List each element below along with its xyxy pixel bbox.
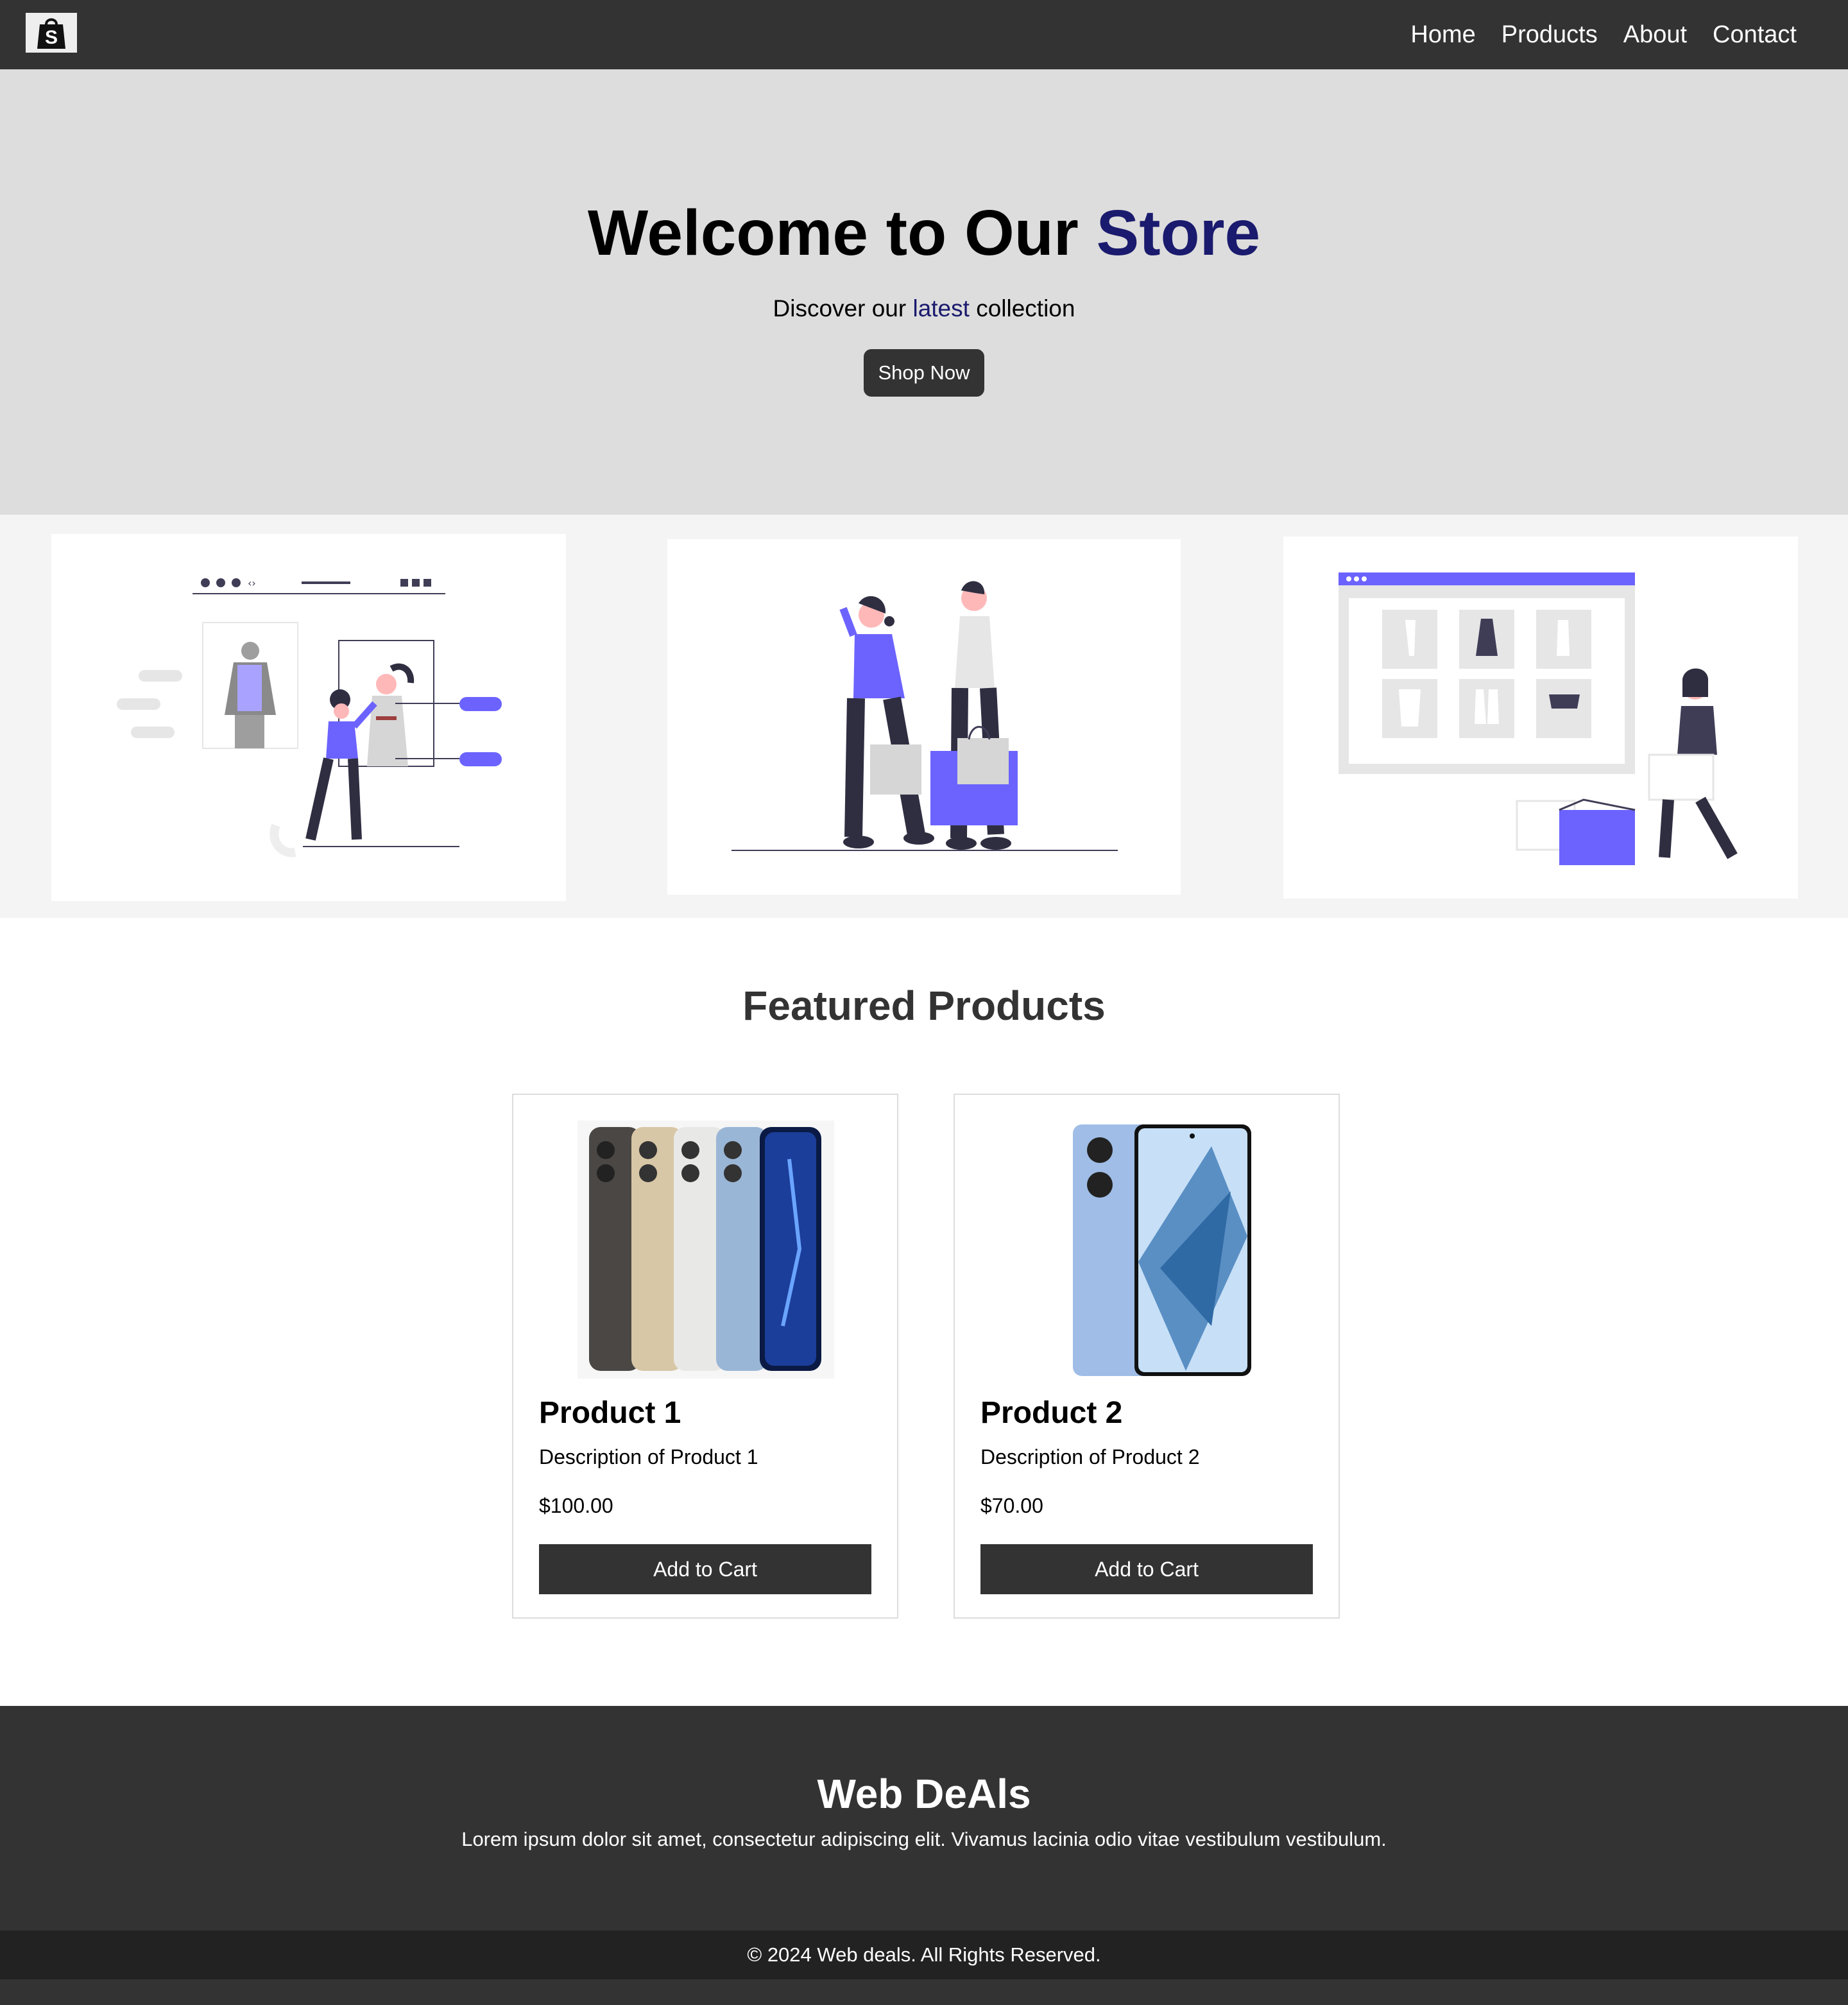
footer-title: Web DeAls [817, 1771, 1031, 1817]
product-card: Product 2 Description of Product 2 $70.0… [954, 1094, 1340, 1619]
product-image-vivo[interactable] [1019, 1121, 1276, 1379]
product-name: Product 1 [539, 1396, 681, 1430]
nav-link-home[interactable]: Home [1410, 21, 1475, 49]
hero-subtitle: Discover our latest collection [0, 295, 1848, 322]
hero-section: Welcome to Our Store Discover our latest… [0, 69, 1848, 515]
nav-link-contact[interactable]: Contact [1713, 21, 1797, 49]
product-name: Product 2 [980, 1396, 1123, 1430]
product-description: Description of Product 1 [539, 1445, 758, 1468]
shop-now-button[interactable]: Shop Now [864, 349, 984, 397]
product-price: $100.00 [539, 1494, 613, 1517]
shopping-couple-illustration [667, 539, 1181, 895]
hero-subtitle-suffix: collection [969, 295, 1075, 322]
footer-text: Lorem ipsum dolor sit amet, consectetur … [461, 1828, 1387, 1850]
hero-title-prefix: Welcome to Our [587, 197, 1097, 269]
hero-title: Welcome to Our Store [0, 198, 1848, 268]
product-image-iphone[interactable] [578, 1121, 834, 1379]
online-fitting-illustration: ‹› [51, 534, 566, 901]
svg-text:S: S [45, 27, 58, 48]
nav-link-about[interactable]: About [1623, 21, 1687, 49]
product-card: Product 1 Description of Product 1 $100.… [512, 1094, 898, 1619]
hero-subtitle-accent: latest [912, 295, 970, 322]
featured-title: Featured Products [742, 983, 1106, 1029]
store-logo[interactable]: S [26, 13, 77, 53]
footer: Web DeAls Lorem ipsum dolor sit amet, co… [0, 1706, 1848, 1931]
hero-title-accent: Store [1096, 197, 1261, 269]
copyright-bar: © 2024 Web deals. All Rights Reserved. [0, 1931, 1848, 1979]
add-to-cart-button[interactable]: Add to Cart [980, 1544, 1313, 1594]
shopping-bag-icon: S [37, 18, 65, 49]
nav-links: Home Products About Contact [1410, 0, 1797, 69]
product-description: Description of Product 2 [980, 1445, 1200, 1468]
product-price: $70.00 [980, 1494, 1043, 1517]
bottom-strip [0, 1979, 1848, 2005]
featured-products-section: Featured Products Product 1 Description … [0, 918, 1848, 1706]
hero-subtitle-prefix: Discover our [773, 295, 913, 322]
illustrations-section: ‹› [0, 515, 1848, 918]
top-navbar: S Home Products About Contact [0, 0, 1848, 69]
online-store-delivery-illustration [1283, 537, 1798, 899]
add-to-cart-button[interactable]: Add to Cart [539, 1544, 871, 1594]
nav-link-products[interactable]: Products [1502, 21, 1598, 49]
svg-text:‹›: ‹› [248, 577, 256, 589]
